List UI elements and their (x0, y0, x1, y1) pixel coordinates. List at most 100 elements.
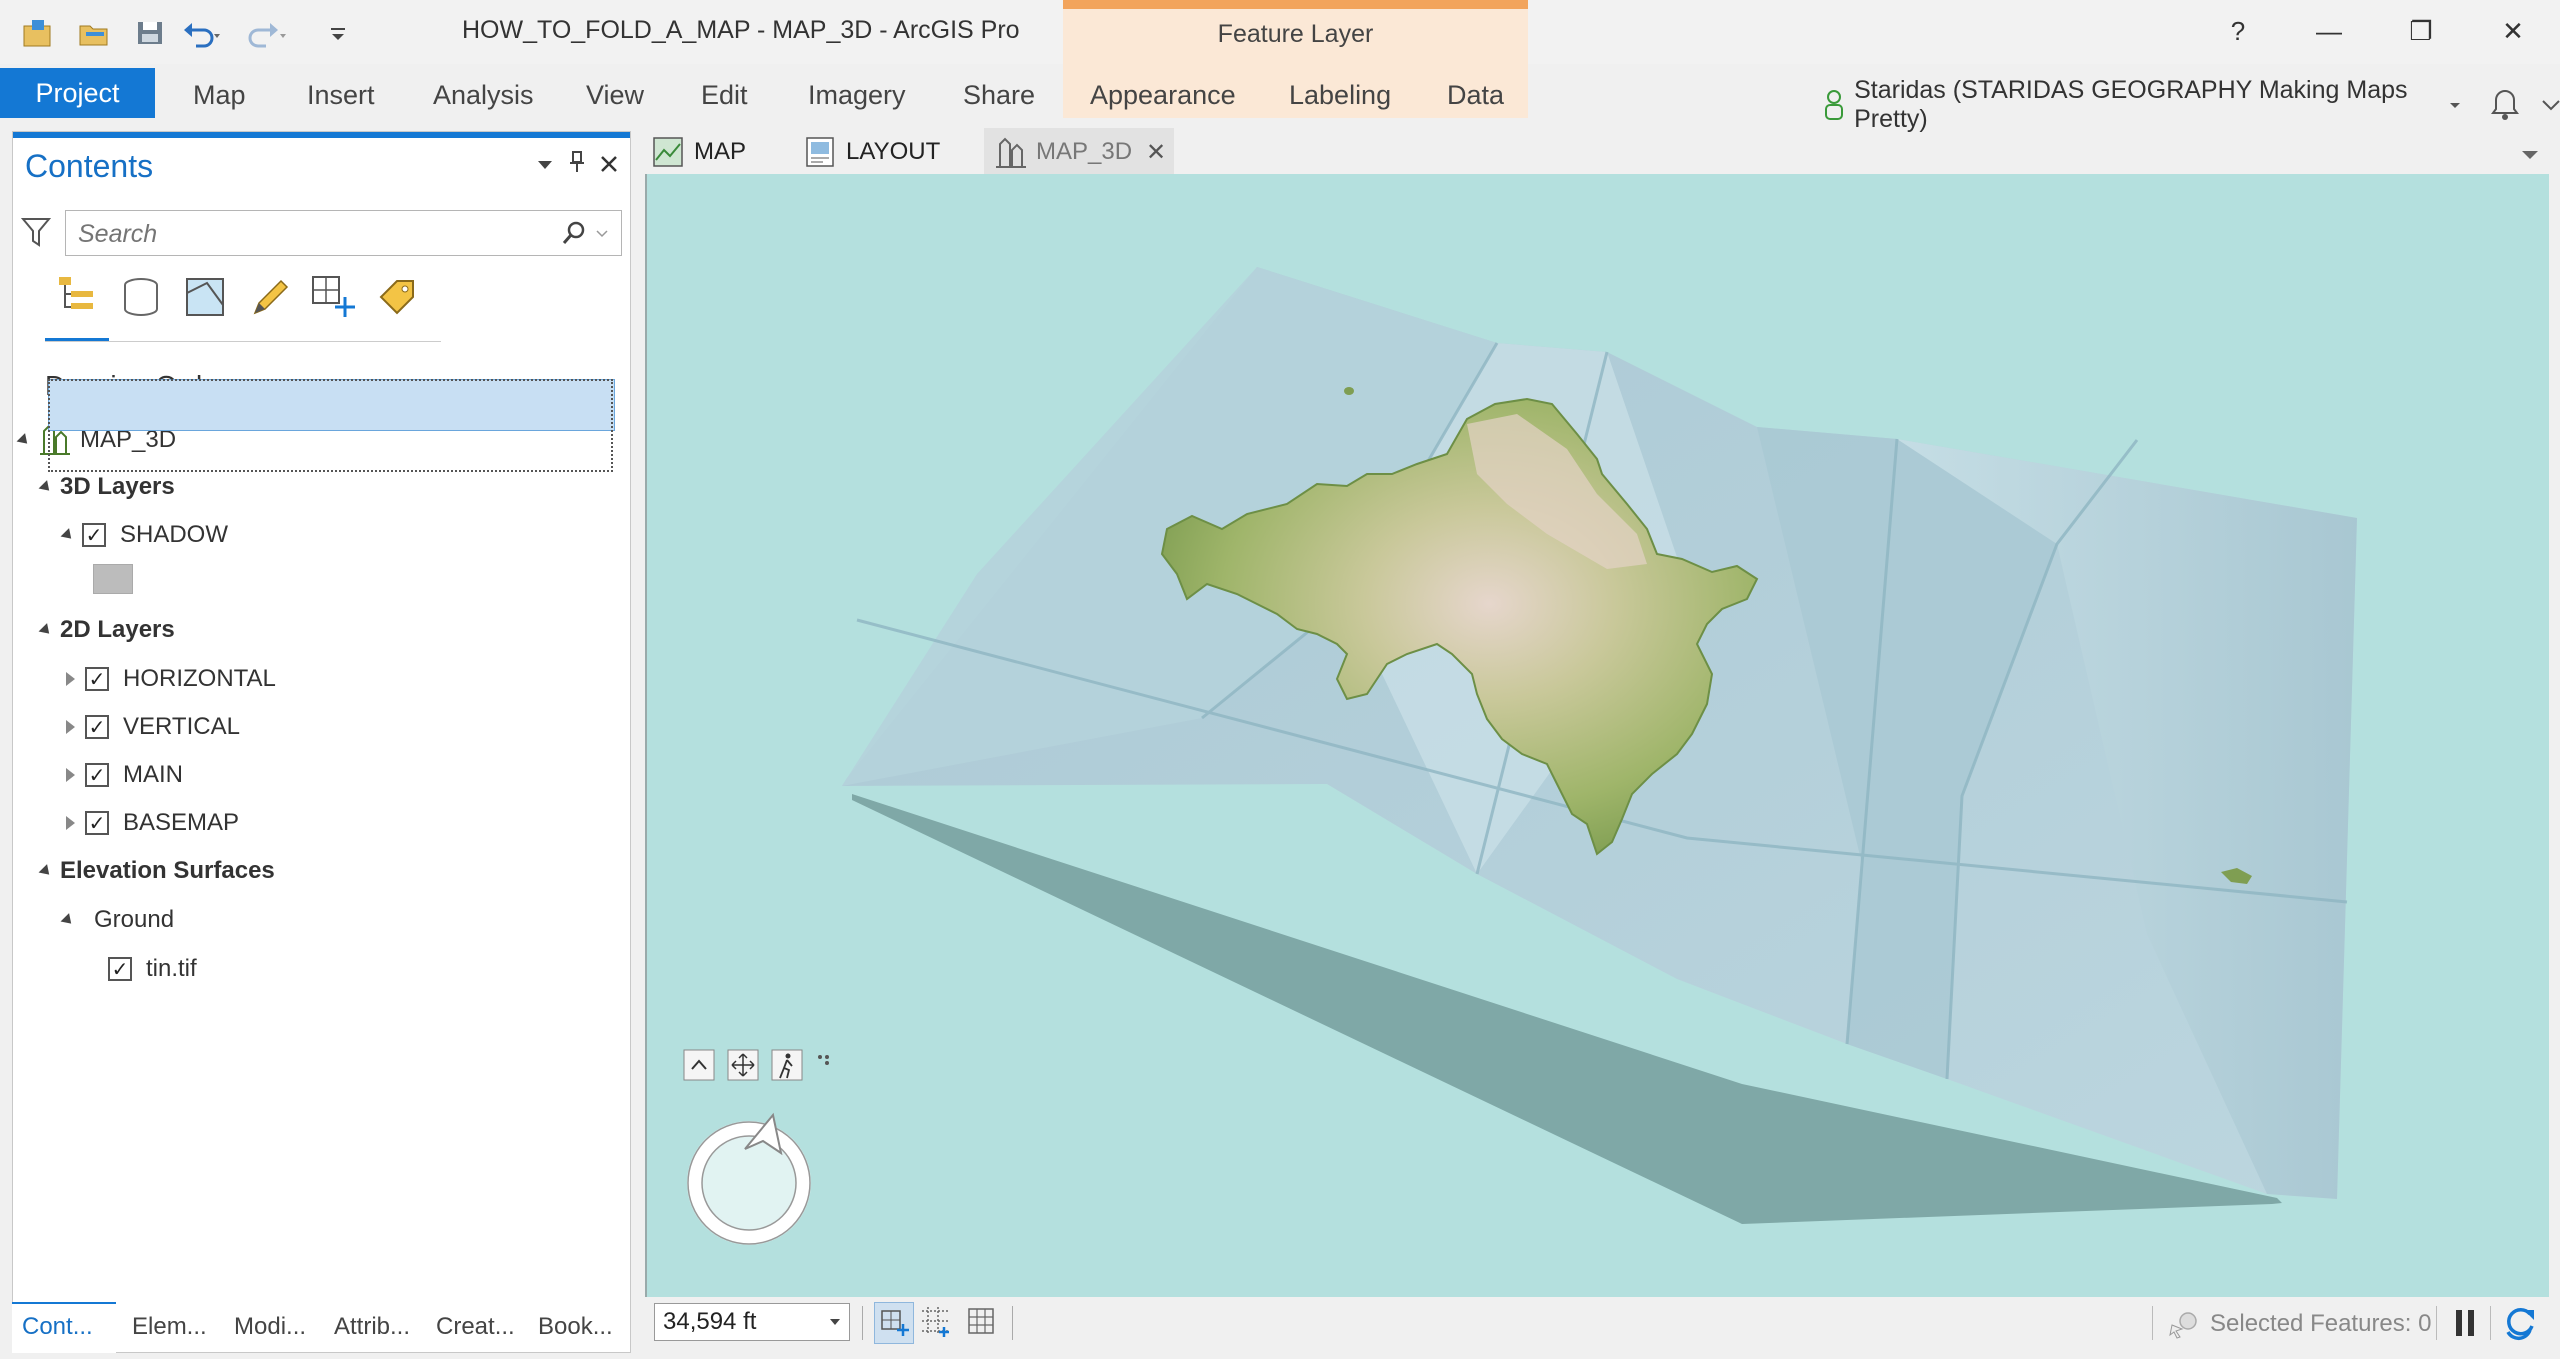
doc-tab-map3d[interactable]: MAP_3D ✕ (994, 133, 1166, 171)
tab-appearance[interactable]: Appearance (1090, 80, 1236, 111)
minimize-button[interactable]: — (2294, 10, 2364, 52)
doc-tab-layout[interactable]: LAYOUT (804, 133, 940, 171)
collapse-toggle-icon[interactable] (66, 816, 75, 830)
tree-row-main[interactable]: ✓ MAIN (66, 755, 183, 795)
pin-icon[interactable] (567, 150, 587, 181)
search-input[interactable] (76, 217, 540, 251)
tab-labeling[interactable]: Labeling (1289, 80, 1391, 111)
bottom-tab-contents[interactable]: Cont... (22, 1313, 93, 1341)
tree-row-ground[interactable]: Ground (60, 900, 174, 940)
search-icon[interactable] (561, 219, 589, 247)
layer-visibility-checkbox[interactable]: ✓ (85, 811, 109, 835)
close-pane-icon[interactable] (599, 150, 619, 181)
selected-features-indicator[interactable]: Selected Features: 0 (2168, 1309, 2431, 1339)
bottom-tab-bookmarks[interactable]: Book... (538, 1313, 613, 1341)
tree-row-basemap[interactable]: ✓ BASEMAP (66, 803, 239, 843)
tab-project[interactable]: Project (0, 68, 155, 118)
undo-icon[interactable] (182, 14, 222, 52)
pane-options-icon[interactable] (535, 150, 555, 181)
chevron-up-icon[interactable] (683, 1049, 715, 1081)
tab-edit[interactable]: Edit (701, 80, 748, 111)
layer-visibility-checkbox[interactable]: ✓ (85, 715, 109, 739)
new-project-icon[interactable] (18, 14, 58, 52)
close-window-button[interactable]: ✕ (2478, 10, 2548, 52)
help-button[interactable]: ? (2203, 10, 2273, 52)
collapse-ribbon-icon[interactable] (2540, 94, 2560, 116)
list-by-snapping-icon[interactable] (309, 272, 357, 322)
divider (2490, 1306, 2491, 1340)
tab-view[interactable]: View (586, 80, 644, 111)
customize-toolbar-icon[interactable] (318, 14, 358, 52)
list-by-editing-icon[interactable] (245, 272, 293, 322)
group-label: Elevation Surfaces (60, 857, 275, 884)
scale-selector[interactable]: 34,594 ft (654, 1303, 850, 1341)
tree-row-3d-layers[interactable]: 3D Layers (38, 467, 175, 507)
collapse-toggle-icon[interactable] (66, 768, 75, 782)
pan-icon[interactable] (727, 1049, 759, 1081)
tab-map[interactable]: Map (193, 80, 246, 111)
restore-button[interactable]: ❐ (2386, 10, 2456, 52)
symbol-swatch[interactable] (93, 564, 133, 594)
more-icon[interactable] (815, 1049, 835, 1081)
snapping-button[interactable] (874, 1302, 914, 1344)
scale-value: 34,594 ft (663, 1308, 757, 1335)
layer-visibility-checkbox[interactable]: ✓ (108, 957, 132, 981)
user-account[interactable]: Staridas (STARIDAS GEOGRAPHY Making Maps… (1822, 76, 2560, 134)
grid-snap-icon (922, 1307, 949, 1337)
tab-analysis[interactable]: Analysis (433, 80, 534, 111)
tab-data[interactable]: Data (1447, 80, 1504, 111)
notification-bell-icon[interactable] (2487, 87, 2520, 123)
tree-row-shadow[interactable]: ✓ SHADOW (60, 515, 228, 555)
navigator-compass-icon[interactable] (681, 1109, 831, 1259)
selection-icon (2169, 1312, 2197, 1339)
tab-share[interactable]: Share (963, 80, 1035, 111)
tab-imagery[interactable]: Imagery (808, 80, 906, 111)
open-project-icon[interactable] (74, 14, 114, 52)
layer-visibility-checkbox[interactable]: ✓ (85, 763, 109, 787)
collapse-toggle-icon[interactable] (66, 720, 75, 734)
expand-toggle-icon[interactable] (60, 527, 76, 543)
tab-insert[interactable]: Insert (307, 80, 375, 111)
save-project-icon[interactable] (130, 14, 170, 52)
grid-snapping-button[interactable] (920, 1305, 956, 1344)
expand-toggle-icon[interactable] (60, 912, 76, 928)
tree-row-elevation-surfaces[interactable]: Elevation Surfaces (38, 851, 275, 891)
layer-visibility-checkbox[interactable]: ✓ (82, 523, 106, 547)
list-by-source-icon[interactable] (117, 272, 165, 322)
chevron-down-icon[interactable] (596, 229, 608, 239)
layer-name: MAIN (123, 761, 183, 788)
expand-toggle-icon[interactable] (38, 622, 54, 638)
tree-row-2d-layers[interactable]: 2D Layers (38, 610, 175, 650)
first-person-icon[interactable] (771, 1049, 803, 1081)
expand-toggle-icon[interactable] (38, 479, 54, 495)
expand-toggle-icon[interactable] (16, 432, 32, 448)
filter-icon[interactable] (20, 216, 52, 253)
list-by-labeling-icon[interactable] (373, 272, 421, 322)
refresh-icon (2506, 1307, 2534, 1341)
list-by-drawing-order-icon[interactable] (53, 272, 101, 322)
close-tab-icon[interactable]: ✕ (1146, 138, 1166, 167)
list-by-selection-icon[interactable] (181, 272, 229, 322)
layer-visibility-checkbox[interactable]: ✓ (85, 667, 109, 691)
tree-row-horizontal[interactable]: ✓ HORIZONTAL (66, 659, 276, 699)
tree-row-vertical[interactable]: ✓ VERTICAL (66, 707, 240, 747)
search-box[interactable] (65, 210, 622, 256)
islet (1344, 387, 1354, 395)
folded-map-scene[interactable] (647, 174, 2549, 1297)
chevron-down-icon (830, 1319, 840, 1325)
bottom-tab-elements[interactable]: Elem... (132, 1313, 207, 1341)
pause-drawing-button[interactable] (2450, 1306, 2480, 1345)
expand-toggle-icon[interactable] (38, 863, 54, 879)
map-view-3d[interactable] (645, 174, 2549, 1297)
bottom-tab-modify[interactable]: Modi... (234, 1313, 306, 1341)
redo-icon[interactable] (246, 14, 286, 52)
bottom-tab-create[interactable]: Creat... (436, 1313, 515, 1341)
refresh-button[interactable] (2500, 1302, 2540, 1347)
collapse-toggle-icon[interactable] (66, 672, 75, 686)
grid-button[interactable] (966, 1306, 996, 1341)
doc-tabs-menu-icon[interactable] (2520, 148, 2540, 167)
bottom-tab-attributes[interactable]: Attrib... (334, 1313, 410, 1341)
doc-tab-label: LAYOUT (846, 138, 941, 165)
tree-row-tin[interactable]: ✓ tin.tif (108, 949, 197, 989)
doc-tab-map[interactable]: MAP (652, 133, 746, 171)
